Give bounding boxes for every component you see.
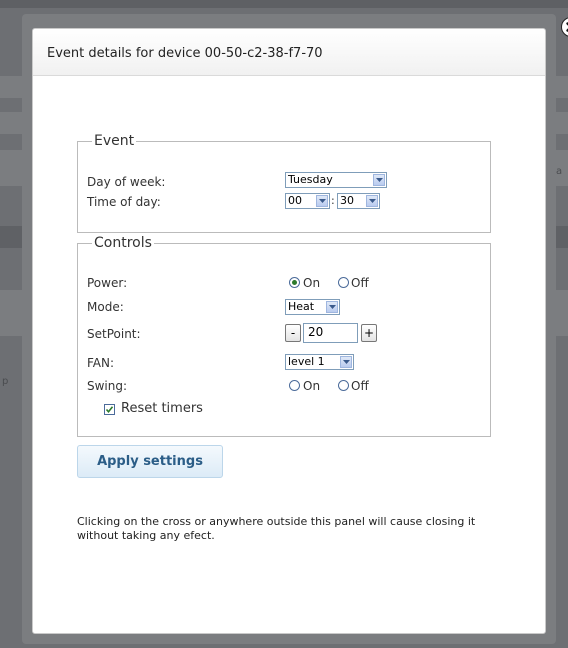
mode-value: Heat <box>288 300 315 313</box>
chevron-down-icon <box>373 174 385 186</box>
checkmark-icon <box>105 406 114 414</box>
power-label: Power: <box>87 276 128 290</box>
day-of-week-select[interactable]: Tuesday <box>285 172 387 188</box>
chevron-down-icon <box>316 195 328 207</box>
panel-header: Event details for device 00-50-c2-38-f7-… <box>33 29 545 76</box>
panel-title: Event details for device 00-50-c2-38-f7-… <box>47 46 323 61</box>
setpoint-decrement-button[interactable]: - <box>285 324 301 342</box>
mode-select[interactable]: Heat <box>285 299 340 315</box>
mode-label: Mode: <box>87 300 124 314</box>
power-on-radio[interactable] <box>289 277 300 288</box>
controls-legend: Controls <box>94 235 152 251</box>
modal-overlay-frame: Event details for device 00-50-c2-38-f7-… <box>22 14 568 644</box>
chevron-down-icon <box>366 195 378 207</box>
event-details-panel: Event details for device 00-50-c2-38-f7-… <box>32 28 546 634</box>
reset-timers-checkbox[interactable] <box>104 404 115 415</box>
swing-off-radio[interactable] <box>338 380 349 391</box>
fan-label: FAN: <box>87 356 115 370</box>
minute-value: 30 <box>340 194 354 207</box>
day-of-week-value: Tuesday <box>288 173 333 186</box>
hour-select[interactable]: 00 <box>285 193 330 209</box>
chevron-down-icon <box>340 356 352 368</box>
hour-value: 00 <box>288 194 302 207</box>
setpoint-input[interactable]: 20 <box>303 323 358 343</box>
setpoint-label: SetPoint: <box>87 327 141 341</box>
swing-label: Swing: <box>87 379 128 393</box>
power-on-label: On <box>303 276 321 290</box>
background-top-bar <box>0 0 568 8</box>
close-instructions-text: Clicking on the cross or anywhere outsid… <box>77 515 476 542</box>
fan-select[interactable]: level 1 <box>285 354 354 370</box>
minute-select[interactable]: 30 <box>337 193 380 209</box>
time-of-day-label: Time of day: <box>87 195 161 209</box>
time-separator: : <box>331 194 335 207</box>
close-icon <box>566 22 568 32</box>
fan-value: level 1 <box>288 355 325 368</box>
day-of-week-label: Day of week: <box>87 175 166 189</box>
event-legend: Event <box>94 133 135 149</box>
background-text: a <box>556 166 563 177</box>
power-off-label: Off <box>351 276 369 290</box>
background-text: p <box>2 376 9 387</box>
chevron-down-icon <box>326 301 338 313</box>
apply-settings-button[interactable]: Apply settings <box>77 445 223 478</box>
power-off-radio[interactable] <box>338 277 349 288</box>
setpoint-increment-button[interactable]: + <box>361 324 377 342</box>
reset-timers-label: Reset timers <box>121 401 203 416</box>
swing-off-label: Off <box>351 379 369 393</box>
swing-on-radio[interactable] <box>289 380 300 391</box>
swing-on-label: On <box>303 379 321 393</box>
